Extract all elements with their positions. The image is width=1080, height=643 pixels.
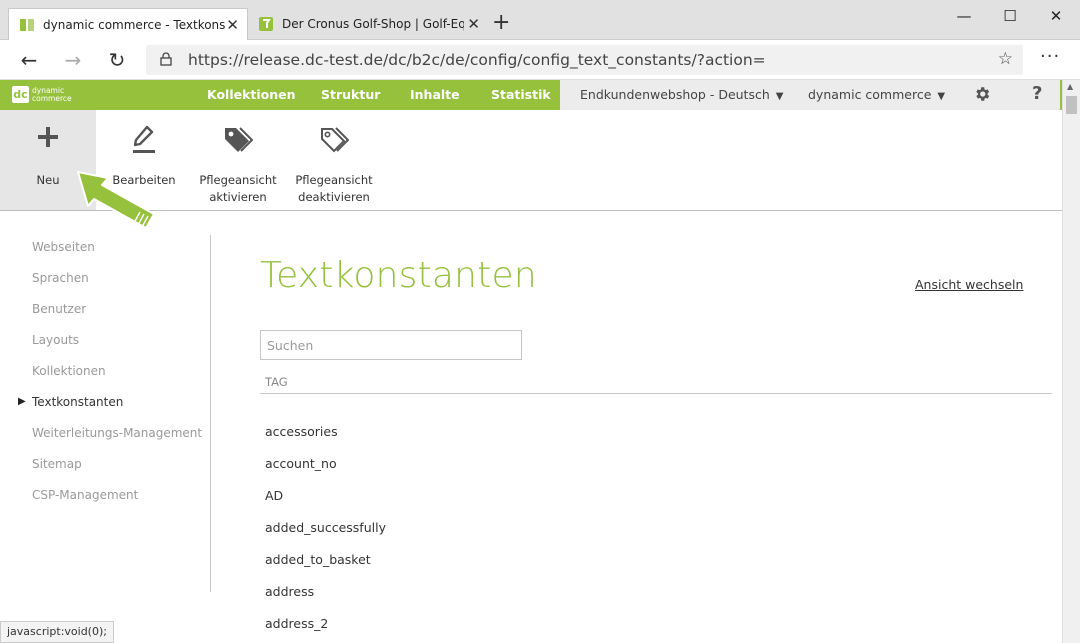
pointer-arrow-icon [74,168,160,236]
activate-label-line-1: Pflegeansicht [199,173,277,187]
browser-tab-title: dynamic commerce - Textkonstanten [43,17,225,32]
url-text: https://release.dc-test.de/dc/b2c/de/con… [188,51,766,69]
table-header-divider [260,393,1052,394]
sidebar-item-webseiten[interactable]: Webseiten [32,240,95,254]
nav-kollektionen[interactable]: Kollektionen [207,87,296,102]
logo-text-line-2: commerce [32,93,72,103]
company-dropdown-label: dynamic commerce [808,87,932,102]
shop-dropdown[interactable]: Endkundenwebshop - Deutsch ▼ [580,87,783,102]
golf-shop-favicon-icon [258,16,274,32]
plus-icon [37,126,59,151]
sidebar-item-csp-management[interactable]: CSP-Management [32,488,138,502]
lock-icon [160,52,172,70]
chevron-down-icon: ▼ [775,91,784,102]
browser-status-bar: javascript:void(0); [0,621,114,643]
help-icon[interactable]: ? [1032,83,1042,104]
sidebar-item-sprachen[interactable]: Sprachen [32,271,89,285]
close-window-icon[interactable]: ✕ [1033,4,1079,28]
browser-tab-inactive[interactable]: Der Cronus Golf-Shop | Golf-Equipment ✕ [248,8,488,40]
nav-inhalte[interactable]: Inhalte [410,87,460,102]
switch-view-link[interactable]: Ansicht wechseln [915,277,1023,292]
scroll-up-icon[interactable]: ▲ [1067,82,1073,91]
maximize-icon[interactable]: ☐ [987,4,1033,28]
dc-favicon-icon [19,17,35,33]
activate-maintenance-view-button[interactable]: Pflegeansicht aktivieren [190,110,286,210]
url-field[interactable]: https://release.dc-test.de/dc/b2c/de/con… [146,45,1023,75]
company-dropdown[interactable]: dynamic commerce ▼ [808,87,945,102]
pencil-icon [131,124,157,157]
close-tab-icon[interactable]: ✕ [467,15,480,33]
reload-icon[interactable]: ↻ [103,46,131,74]
logo-text: dynamic commerce [32,86,72,103]
tags-filled-icon [223,126,254,159]
table-row[interactable]: added_to_basket [265,552,371,567]
new-tab-icon[interactable]: + [492,11,510,35]
minimize-icon[interactable]: — [941,4,987,28]
table-row[interactable]: added_successfully [265,520,386,535]
deactivate-label: Pflegeansicht deaktivieren [286,172,382,206]
deactivate-label-line-2: deaktivieren [298,190,370,204]
back-arrow-icon[interactable]: ← [15,46,43,74]
table-row[interactable]: account_no [265,456,337,471]
deactivate-maintenance-view-button[interactable]: Pflegeansicht deaktivieren [286,110,382,210]
sidebar-item-kollektionen[interactable]: Kollektionen [32,364,106,378]
action-toolbar: Neu Bearbeiten Pflegeansicht aktivieren P… [0,110,1062,229]
nav-statistik[interactable]: Statistik [491,87,551,102]
nav-struktur[interactable]: Struktur [321,87,380,102]
search-input[interactable] [260,330,522,360]
sidebar-item-layouts[interactable]: Layouts [32,333,79,347]
close-tab-icon[interactable]: ✕ [226,16,239,34]
table-row[interactable]: accessories [265,424,338,439]
active-item-triangle-icon: ▶ [18,396,26,407]
browser-menu-icon[interactable]: ··· [1040,46,1060,67]
table-row[interactable]: AD [265,488,283,503]
page-scrollbar[interactable]: ▲ [1062,80,1080,643]
browser-tab-active[interactable]: dynamic commerce - Textkonstanten ✕ [8,8,248,40]
activate-label-line-2: aktivieren [209,190,267,204]
favorite-star-icon[interactable]: ☆ [998,49,1013,69]
activate-label: Pflegeansicht aktivieren [190,172,286,206]
sidebar-separator [210,235,211,592]
dc-logo[interactable]: dc dynamic commerce [12,86,72,103]
page-title: Textkonstanten [260,255,537,296]
sidebar-item-weiterleitungs-management[interactable]: Weiterleitungs-Management [32,426,202,440]
sidebar-item-sitemap[interactable]: Sitemap [32,457,82,471]
gear-icon[interactable] [973,85,991,107]
table-row[interactable]: address [265,584,314,599]
sidebar-item-benutzer[interactable]: Benutzer [32,302,86,316]
column-header-tag[interactable]: TAG [265,375,288,389]
browser-tab-strip: dynamic commerce - Textkonstanten ✕ Der … [0,0,1080,40]
tags-outline-icon [319,126,350,159]
deactivate-label-line-1: Pflegeansicht [295,173,373,187]
nav-right-area: Endkundenwebshop - Deutsch ▼ dynamic comm… [560,80,1060,110]
chevron-down-icon: ▼ [937,91,946,102]
shop-dropdown-label: Endkundenwebshop - Deutsch [580,87,770,102]
address-bar: ← → ↻ https://release.dc-test.de/dc/b2c/… [0,40,1080,80]
scrollbar-thumb[interactable] [1066,96,1077,114]
sidebar-item-textkonstanten[interactable]: Textkonstanten [32,395,123,409]
browser-tab-title: Der Cronus Golf-Shop | Golf-Equipment [282,17,464,31]
table-row[interactable]: address_2 [265,616,328,631]
app-top-nav: dc dynamic commerce Kollektionen Struktu… [0,80,1080,110]
forward-arrow-icon[interactable]: → [59,46,87,74]
dc-logo-icon: dc [12,86,29,103]
